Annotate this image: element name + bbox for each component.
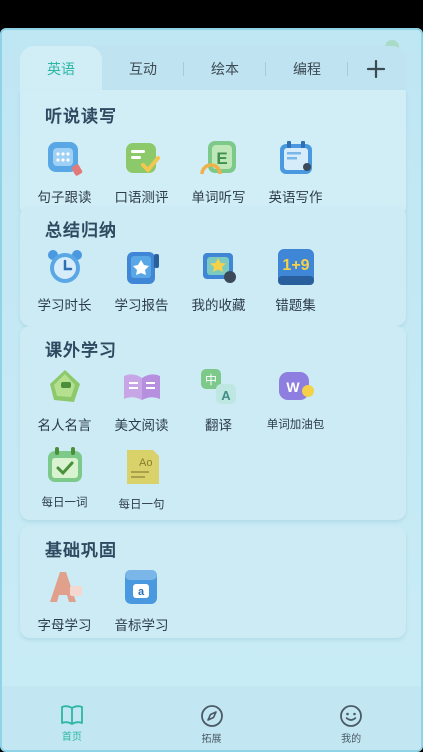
word-dictation-icon: E: [199, 141, 236, 175]
english-writing-icon: [279, 141, 312, 174]
svg-text:中: 中: [204, 372, 216, 387]
famous-quotes-button[interactable]: 名人名言: [26, 366, 103, 444]
item-label: 错题集: [275, 298, 316, 314]
nav-home[interactable]: 首页: [2, 686, 142, 750]
word-dictation-button[interactable]: E 单词听写: [180, 138, 257, 216]
tab-programming[interactable]: 编程: [266, 46, 348, 92]
daily-word-button[interactable]: 每日一词: [26, 444, 103, 522]
section-title: 听说读写: [45, 107, 117, 127]
daily-word-icon: [47, 447, 82, 482]
section-listen-speak-read-write: 听说读写 句子跟读 口语测评 E 单词听写 英语写作: [20, 90, 406, 218]
item-label: 学习时长: [37, 298, 92, 314]
svg-text:a: a: [137, 586, 144, 598]
section-summary: 总结归纳 学习时长 学习报告 我的收藏 1+9 错题集: [20, 206, 406, 326]
item-label: 每日一词: [41, 495, 88, 509]
daily-sentence-button[interactable]: Ao 每日一句: [103, 446, 180, 524]
item-label: 美文阅读: [114, 418, 169, 434]
section-basics: 基础巩固 字母学习 a 音标学习: [20, 526, 406, 638]
svg-text:E: E: [216, 149, 227, 168]
item-label: 我的收藏: [191, 298, 246, 314]
english-writing-button[interactable]: 英语写作: [257, 138, 334, 216]
alphabet-icon: [49, 572, 82, 602]
quotes-icon: [49, 370, 80, 402]
section-extracurricular: 课外学习 名人名言 美文阅读 中 A 翻译 W 单词加油包 每日一词 Ao 每日…: [20, 326, 406, 520]
translate-button[interactable]: 中 A 翻译: [180, 366, 257, 444]
item-label: 单词听写: [191, 190, 246, 206]
item-label: 单词加油包: [266, 417, 325, 431]
daily-sentence-icon: Ao: [126, 450, 159, 484]
speaking-evaluation-icon: [125, 143, 160, 173]
sentence-repeat-button[interactable]: 句子跟读: [26, 138, 103, 216]
nav-profile[interactable]: 我的: [281, 686, 421, 750]
svg-text:W: W: [286, 379, 300, 395]
item-label: 字母学习: [37, 618, 92, 634]
status-bar: [0, 0, 423, 28]
phonetic-learning-button[interactable]: a 音标学习: [103, 566, 180, 644]
reading-book-icon: [123, 374, 160, 400]
app-screen: 英语 互动 绘本 编程 听说读写 句子跟读 口语测评 E 单词听写 英语写作 总…: [0, 28, 423, 752]
word-boost-icon: W: [278, 372, 314, 400]
sentence-repeat-icon: [47, 142, 82, 176]
wrong-questions-icon: 1+9: [277, 249, 314, 285]
tab-picture-book[interactable]: 绘本: [184, 46, 266, 92]
section-title: 课外学习: [45, 341, 117, 361]
item-label: 英语写作: [268, 190, 323, 206]
nav-label: 首页: [61, 732, 82, 743]
item-label: 每日一句: [118, 497, 165, 511]
section-title: 总结归纳: [45, 221, 117, 241]
book-icon: [60, 705, 83, 725]
item-label: 音标学习: [114, 618, 169, 634]
essay-reading-button[interactable]: 美文阅读: [103, 366, 180, 444]
tab-interactive[interactable]: 互动: [102, 46, 184, 92]
item-label: 句子跟读: [37, 190, 92, 206]
nav-explore[interactable]: 拓展: [142, 686, 282, 750]
my-favorites-button[interactable]: 我的收藏: [180, 246, 257, 324]
alphabet-learning-button[interactable]: 字母学习: [26, 566, 103, 644]
compass-icon: [200, 705, 223, 727]
item-label: 名人名言: [37, 418, 92, 434]
study-report-button[interactable]: 学习报告: [103, 246, 180, 324]
bottom-navigation: 首页 拓展 我的: [2, 686, 421, 750]
plus-icon: [367, 60, 385, 78]
item-label: 翻译: [205, 418, 232, 434]
smiley-icon: [340, 705, 363, 727]
add-tab-button[interactable]: [348, 46, 404, 92]
tab-english[interactable]: 英语: [20, 46, 102, 92]
report-icon: [126, 252, 159, 284]
nav-label: 拓展: [201, 734, 222, 745]
alarm-clock-icon: [47, 250, 82, 283]
section-title: 基础巩固: [45, 541, 117, 561]
svg-text:A: A: [221, 388, 231, 403]
nav-label: 我的: [341, 734, 362, 745]
speaking-evaluation-button[interactable]: 口语测评: [103, 138, 180, 216]
word-boost-pack-button[interactable]: W 单词加油包: [257, 366, 334, 444]
wrong-questions-button[interactable]: 1+9 错题集: [257, 246, 334, 324]
translate-icon: 中 A: [200, 369, 236, 404]
favorites-icon: [202, 253, 236, 283]
item-label: 学习报告: [114, 298, 169, 314]
phonetic-icon: a: [124, 570, 157, 604]
svg-text:Ao: Ao: [139, 457, 152, 469]
item-label: 口语测评: [114, 190, 169, 206]
study-duration-button[interactable]: 学习时长: [26, 246, 103, 324]
svg-text:1+9: 1+9: [282, 257, 309, 274]
category-tab-bar: 英语 互动 绘本 编程: [20, 46, 406, 92]
